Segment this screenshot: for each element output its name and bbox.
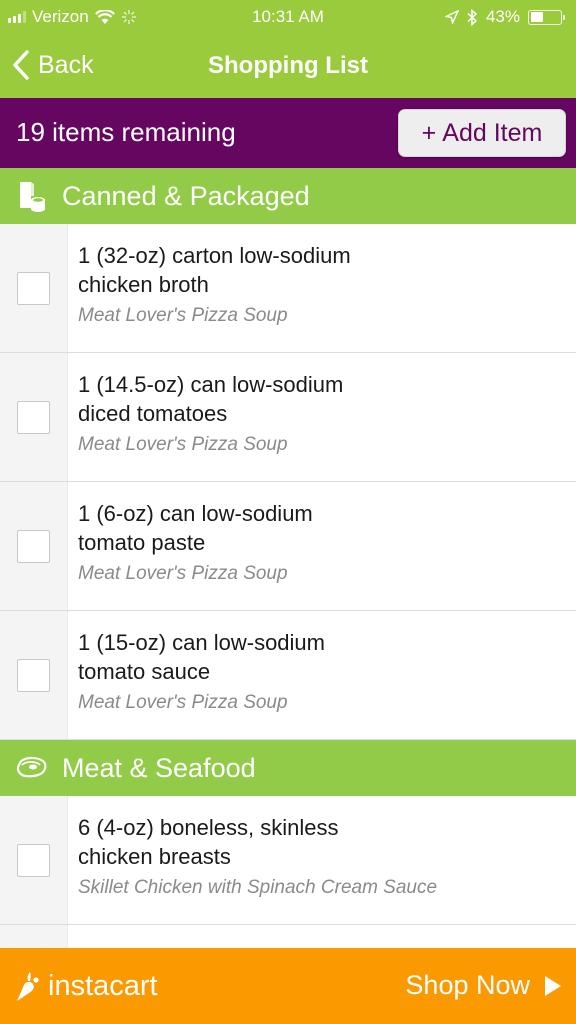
summary-bar: 19 items remaining + Add Item [0,98,576,168]
navigation-bar: Back Shopping List [0,36,576,98]
battery-percent: 43% [485,7,520,26]
item-checkbox[interactable] [17,400,50,434]
item-name-line2: chicken breasts [78,844,231,869]
item-recipe: Meat Lover's Pizza Soup [78,563,288,584]
add-item-button[interactable]: + Add Item [398,109,566,157]
instacart-logo[interactable]: instacart [14,970,158,1003]
list-item[interactable]: 6 (4-oz) boneless, skinless chicken brea… [0,796,576,925]
item-name-line1: 1 (6-oz) can low-sodium [78,501,313,526]
item-name-line2: chicken broth [78,272,209,297]
back-label: Back [38,50,94,79]
section-title: Canned & Packaged [62,180,310,211]
item-checkbox[interactable] [17,271,50,305]
status-bar: Verizon 10:31 AM 43% [0,0,576,36]
item-name-line2: diced tomatoes [78,401,228,426]
canned-goods-icon [16,180,48,212]
list-item[interactable]: 1 (15-oz) can low-sodium tomato sauce Me… [0,611,576,740]
shopping-list[interactable]: Canned & Packaged 1 (32-oz) carton low-s… [0,168,576,948]
items-remaining-count: 19 items remaining [16,117,236,147]
item-checkbox[interactable] [17,529,50,563]
play-arrow-icon [545,975,561,996]
status-right: 43% [444,7,565,27]
item-name-line1: 1 (14.5-oz) can low-sodium [78,372,344,397]
item-recipe: Skillet Chicken with Spinach Cream Sauce [78,877,438,898]
bluetooth-icon [467,8,478,26]
section-header-canned-packaged: Canned & Packaged [0,168,576,224]
item-checkbox[interactable] [17,658,50,692]
battery-icon [528,9,565,25]
section-title: Meat & Seafood [62,752,256,783]
list-item[interactable]: 1 (32-oz) carton low-sodium chicken brot… [0,224,576,353]
item-recipe: Meat Lover's Pizza Soup [78,692,288,713]
item-name-line1: 6 (4-oz) boneless, skinless [78,815,339,840]
item-name-line1: 1 (32-oz) carton low-sodium [78,243,351,268]
list-item[interactable]: 1 (14.5-oz) can low-sodium diced tomatoe… [0,353,576,482]
battery-level [530,12,543,22]
section-header-meat-seafood: Meat & Seafood [0,740,576,796]
carrot-icon [17,971,39,1001]
item-recipe: Meat Lover's Pizza Soup [78,434,288,455]
item-name-line1: 1 (15-oz) can low-sodium [78,630,325,655]
location-arrow-icon [444,10,459,24]
item-name-line2: tomato sauce [78,659,211,684]
shop-now-button[interactable]: Shop Now [405,970,562,1001]
brand-name: instacart [48,970,158,1002]
plus-icon: + [421,118,437,147]
item-recipe: Meat Lover's Pizza Soup [78,305,288,326]
item-checkbox[interactable] [17,843,50,877]
item-name-line2: tomato paste [78,530,206,555]
chevron-left-icon [13,50,29,80]
list-item-partial[interactable] [0,925,576,948]
instacart-banner[interactable]: instacart Shop Now [0,948,576,1024]
back-button[interactable]: Back [12,50,94,80]
add-item-label: Add Item [442,118,543,147]
list-item[interactable]: 1 (6-oz) can low-sodium tomato paste Mea… [0,482,576,611]
shop-now-label: Shop Now [405,970,530,1000]
steak-icon [16,752,48,784]
